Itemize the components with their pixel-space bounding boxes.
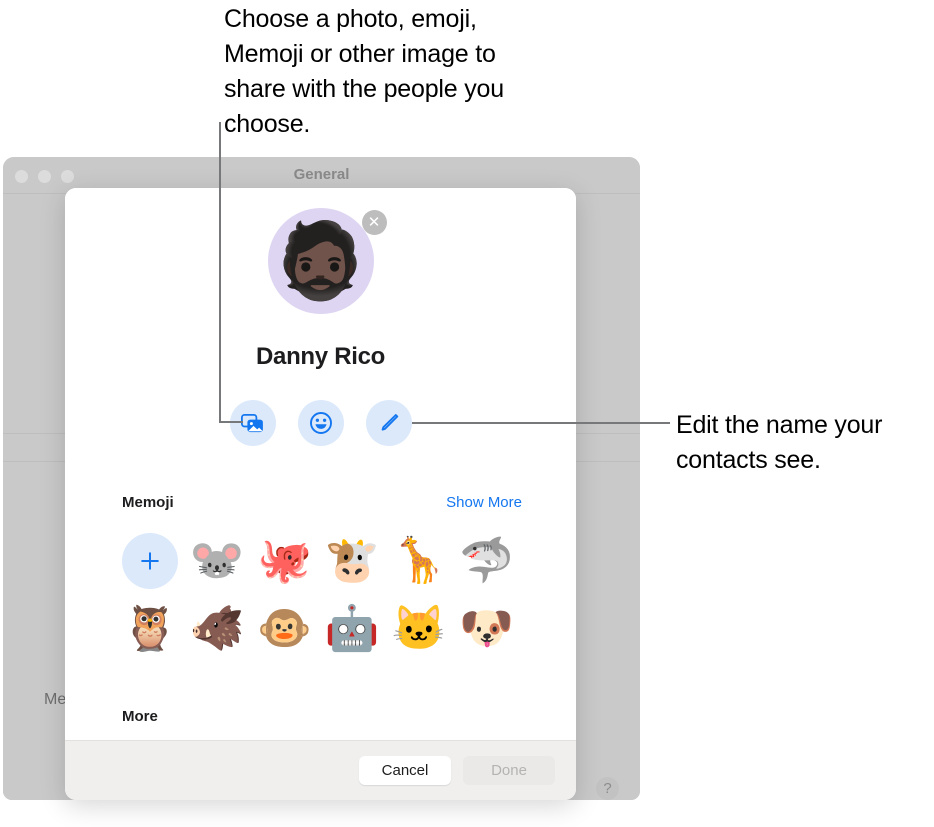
memoji-item-add-memoji[interactable] [122,533,178,589]
memoji-glyph: 🐙 [257,536,313,585]
memoji-grid: 🐭 🐙 🐮 🦒 🦈 🦉 🐗 🐵 🤖 🐱 🐶 [122,533,526,657]
plus-icon [139,550,161,572]
memoji-item-robot[interactable]: 🤖 [324,601,380,657]
memoji-glyph: 🐗 [189,604,245,653]
close-icon[interactable]: ✕ [361,210,387,235]
photos-button[interactable] [229,400,276,446]
memoji-glyph: 🐭 [189,536,245,585]
emoji-button[interactable] [297,400,344,446]
show-more-link[interactable]: Show More [446,494,522,511]
callout-edit-name-description: Edit the name your contacts see. [676,411,883,474]
done-button: Done [463,756,555,785]
memoji-section-header: Memoji Show More [122,494,522,511]
dialog-body: 🧔🏿 ✕ Danny Rico Memoji Show More 🐭 🐙 🐮 🦒… [65,188,576,740]
memoji-item-cat[interactable]: 🐱 [391,601,447,657]
smiley-icon [309,412,332,434]
memoji-avatar-glyph: 🧔🏿 [274,219,367,302]
memoji-glyph: 🐮 [324,536,380,585]
memoji-glyph: 🐱 [391,604,447,653]
memoji-item-mouse[interactable]: 🐭 [189,533,245,589]
memoji-item-cow[interactable]: 🐮 [324,533,380,589]
memoji-glyph: 🐶 [459,604,515,653]
help-icon[interactable]: ? [596,777,619,800]
profile-name: Danny Rico [255,343,386,370]
memoji-item-owl[interactable]: 🦉 [122,601,178,657]
pencil-icon [378,412,400,434]
memoji-item-dog[interactable]: 🐶 [459,601,515,657]
window-title: General [293,166,350,183]
avatar-picker-dialog: 🧔🏿 ✕ Danny Rico Memoji Show More 🐭 🐙 🐮 🦒… [65,188,576,800]
memoji-glyph: 🐵 [257,604,313,653]
memoji-item-octopus[interactable]: 🐙 [257,533,313,589]
memoji-glyph: 🦒 [391,536,447,585]
memoji-section-title: Memoji [122,494,174,511]
memoji-glyph: 🦈 [459,536,515,585]
callout-leader-line-vertical [219,122,221,423]
memoji-item-boar[interactable]: 🐗 [189,601,245,657]
background-me-label: Me [44,691,67,708]
avatar-wrapper: 🧔🏿 ✕ [267,208,387,314]
avatar[interactable]: 🧔🏿 [267,208,374,314]
photos-icon [241,413,264,433]
cancel-button[interactable]: Cancel [359,756,451,785]
edit-name-button[interactable] [365,400,412,446]
more-section-header: More [122,708,522,725]
memoji-item-shark[interactable]: 🦈 [459,533,515,589]
memoji-glyph: 🦉 [122,604,178,653]
more-section-title: More [122,708,158,725]
dialog-footer: Cancel Done [65,740,576,800]
callout-leader-line-right [412,422,670,424]
memoji-glyph: 🤖 [324,604,380,653]
memoji-item-giraffe[interactable]: 🦒 [391,533,447,589]
callout-photo-description: Choose a photo, emoji, Memoji or other i… [224,5,504,138]
callout-leader-line-elbow [219,421,243,423]
memoji-item-monkey[interactable]: 🐵 [257,601,313,657]
